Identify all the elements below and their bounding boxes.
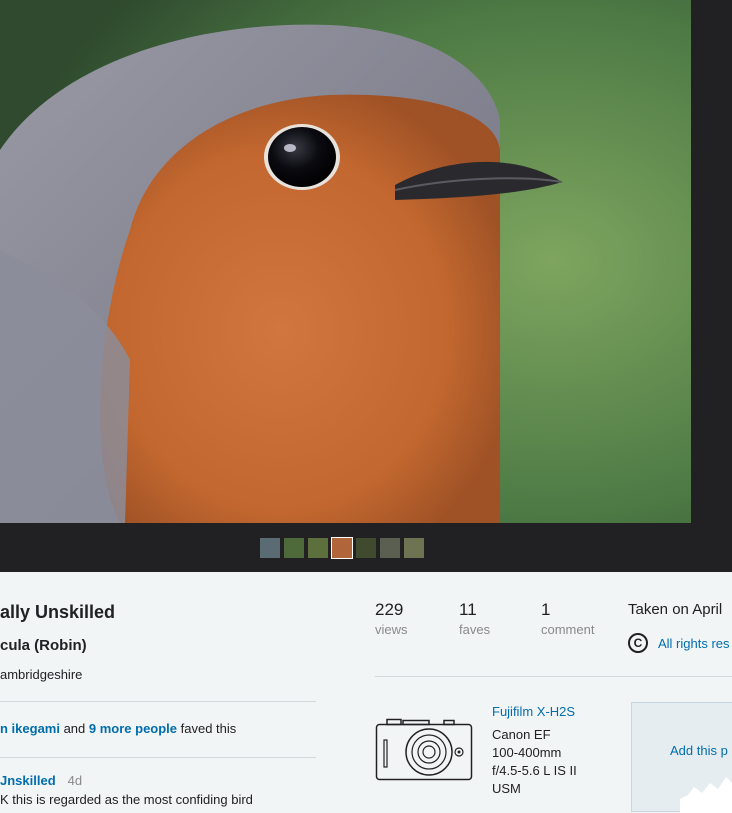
photo-location: ambridgeshire <box>0 667 83 682</box>
license: C All rights res <box>628 633 730 653</box>
views-stat: 229 views <box>375 600 408 637</box>
comment-header: Jnskilled 4d <box>0 773 82 788</box>
lens-line: Canon EF <box>492 727 551 742</box>
comments-stat[interactable]: 1 comment <box>541 600 594 637</box>
faves-suffix: faved this <box>177 721 237 736</box>
photo-title: ally Unskilled <box>0 602 116 622</box>
thumbnail[interactable] <box>284 538 304 558</box>
comments-label: comment <box>541 622 595 637</box>
faves-line: n ikegami and 9 more people faved this <box>0 721 236 736</box>
comment-text: K this is regarded as the most confiding… <box>0 792 253 807</box>
main-photo[interactable] <box>0 0 691 523</box>
views-label: views <box>375 622 408 637</box>
faves-stat[interactable]: 11 faves <box>459 600 490 637</box>
lens-line: 100-400mm <box>492 745 562 760</box>
filmstrip <box>260 537 424 559</box>
thumbnail[interactable] <box>260 538 280 558</box>
thumbnail[interactable] <box>380 538 400 558</box>
comments-count: 1 <box>541 600 551 619</box>
thumbnail[interactable] <box>356 538 376 558</box>
divider <box>0 701 316 702</box>
robin-image <box>0 0 691 523</box>
add-to-gallery-link[interactable]: Add this p <box>670 743 728 758</box>
lens-info: Canon EF 100-400mm f/4.5-5.6 L IS II USM <box>492 726 622 798</box>
license-link[interactable]: All rights res <box>658 636 730 651</box>
photo-viewer <box>0 0 732 572</box>
faves-count: 11 <box>459 600 477 619</box>
camera-icon <box>375 718 473 781</box>
thumbnail-active[interactable] <box>331 537 353 559</box>
comment-time: 4d <box>67 773 83 788</box>
faves-connector: and <box>59 721 89 736</box>
views-count: 229 <box>375 600 404 619</box>
camera-model-link[interactable]: Fujifilm X-H2S <box>492 704 575 719</box>
taken-date: Taken on April <box>628 601 723 618</box>
comment-author-link[interactable]: Jnskilled <box>0 773 56 788</box>
mountain-decoration <box>680 777 732 813</box>
photo-subtitle: cula (Robin) <box>0 637 87 654</box>
divider <box>0 757 316 758</box>
lens-line: f/4.5-5.6 L IS II <box>492 763 577 778</box>
more-people-link[interactable]: 9 more people <box>89 721 177 736</box>
copyright-icon: C <box>628 633 648 653</box>
fave-user-link[interactable]: n ikegami <box>0 721 60 736</box>
thumbnail[interactable] <box>404 538 424 558</box>
divider <box>375 676 732 677</box>
lens-line: USM <box>492 781 521 796</box>
add-to-gallery-box[interactable]: Add this p <box>631 702 732 813</box>
thumbnail[interactable] <box>308 538 328 558</box>
faves-label: faves <box>459 622 491 637</box>
